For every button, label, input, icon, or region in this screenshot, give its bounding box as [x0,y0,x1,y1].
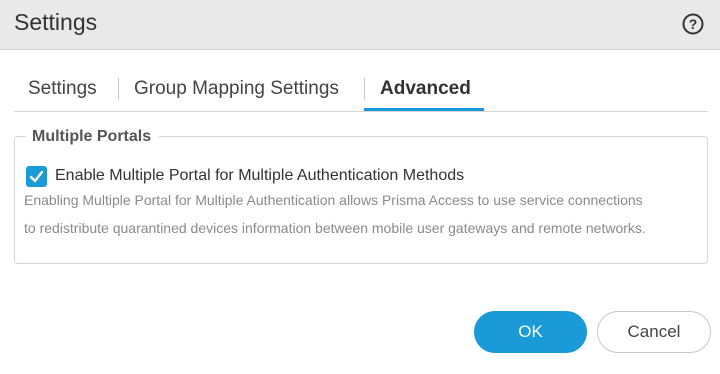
section-legend: Multiple Portals [26,127,160,147]
tab-bar: Settings Group Mapping Settings Advanced [0,70,720,112]
description-line: to redistribute quarantined devices info… [24,220,646,236]
tab-divider [364,78,365,100]
ok-button[interactable]: OK [474,311,587,353]
tab-group-mapping-settings[interactable]: Group Mapping Settings [134,76,339,102]
tab-divider [118,78,119,100]
tab-settings[interactable]: Settings [28,76,97,102]
dialog-titlebar: Settings ? [0,0,720,50]
settings-dialog: Settings ? Settings Group Mapping Settin… [0,0,720,374]
help-icon[interactable]: ? [682,13,704,35]
active-tab-indicator [364,108,484,111]
tab-bar-divider [14,111,708,112]
enable-multiple-portal-checkbox[interactable] [26,166,47,187]
dialog-title: Settings [14,9,98,35]
checkbox-label[interactable]: Enable Multiple Portal for Multiple Auth… [55,165,464,187]
checkmark-icon [29,170,44,183]
cancel-button[interactable]: Cancel [597,311,711,353]
svg-text:?: ? [689,16,698,32]
tab-advanced[interactable]: Advanced [380,76,471,102]
description-line: Enabling Multiple Portal for Multiple Au… [24,192,643,208]
